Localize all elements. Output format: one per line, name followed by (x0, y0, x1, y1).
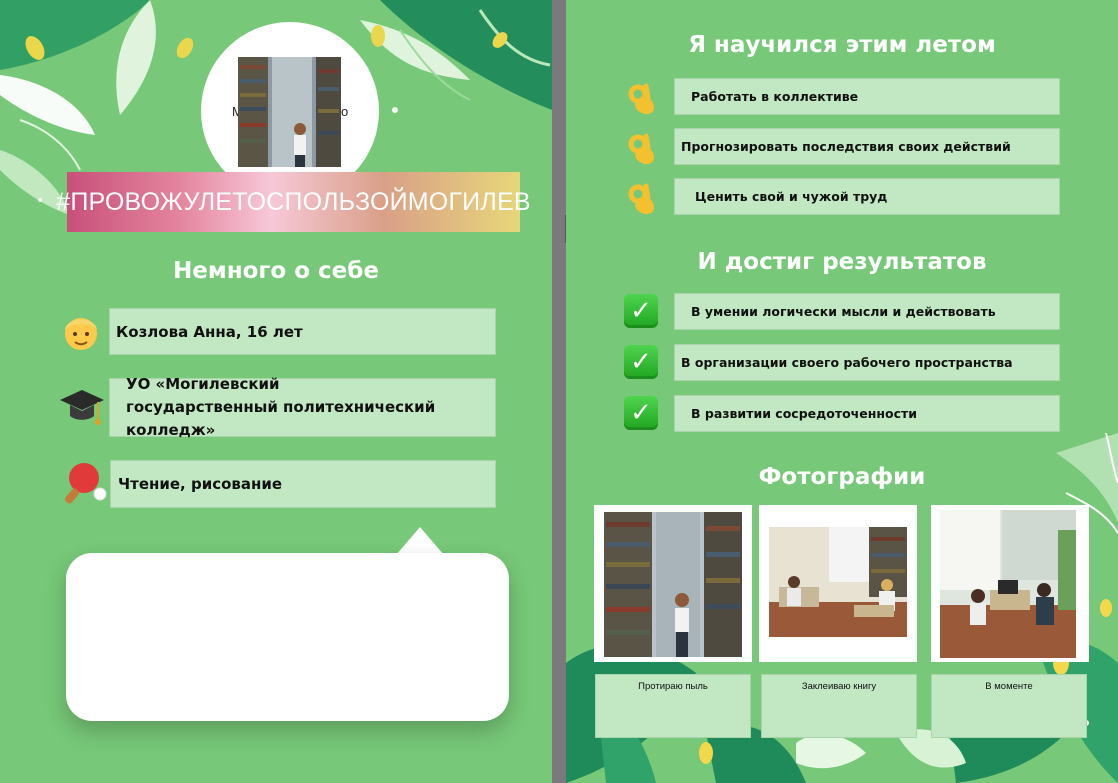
learned-item-3-text: Ценить свой и чужой труд (695, 189, 888, 204)
photo-caption-1: Протираю пыль (595, 674, 751, 738)
photos-heading: Фотографии (758, 464, 926, 490)
result-item-1: В умении логически мысли и действовать (674, 293, 1060, 330)
result-item-1-text: В умении логически мысли и действовать (691, 304, 996, 319)
check-mark-icon: ✓ (624, 396, 658, 430)
photo-caption-2: Заклеиваю книгу (761, 674, 917, 738)
graduation-cap-icon (58, 384, 106, 437)
learned-item-3: Ценить свой и чужой труд (674, 178, 1060, 215)
learned-item-2: Прогнозировать последствия своих действи… (674, 128, 1060, 165)
person-icon (62, 310, 100, 359)
learned-item-1: Работать в коллективе (674, 78, 1060, 115)
check-mark-icon: ✓ (624, 294, 658, 328)
photo-gluing (769, 527, 907, 637)
ok-hand-icon (626, 132, 658, 171)
ping-pong-icon (60, 460, 108, 511)
speech-bubble-tail (396, 527, 444, 555)
check-mark-icon: ✓ (624, 345, 658, 379)
learned-heading: Я научился этим летом (688, 32, 996, 58)
info-hobbies-text: Чтение, рисование (118, 475, 283, 493)
info-school-box: УО «Могилевский государственный политехн… (109, 375, 496, 439)
info-name-box: Козлова Анна, 16 лет (109, 308, 496, 355)
photo-frame-1 (594, 505, 752, 662)
page-gap (552, 0, 567, 783)
speech-bubble (66, 553, 509, 721)
results-heading: И достиг результатов (697, 249, 987, 275)
hashtag-banner: #ПРОВОЖУЛЕТОСПОЛЬЗОЙМОГИЛЕВ (56, 172, 531, 232)
info-school-text: УО «Могилевский государственный политехн… (126, 375, 436, 439)
about-heading: Немного о себе (173, 258, 379, 284)
photo-moment (940, 510, 1076, 658)
left-page: М о #ПРОВОЖУЛЕТОСПОЛЬЗОЙМОГИЛЕВ Немного … (0, 0, 552, 783)
result-item-3: В развитии сосредоточенности (674, 395, 1060, 432)
ok-hand-icon (626, 82, 658, 121)
avatar-caption-letter-right: о (341, 104, 349, 119)
photo-caption-3: В моменте (931, 674, 1087, 738)
photo-dusting (604, 512, 742, 657)
photo-frame-3 (931, 505, 1089, 662)
ok-hand-icon (626, 182, 658, 221)
result-item-2: В организации своего рабочего пространст… (674, 344, 1060, 381)
learned-item-1-text: Работать в коллективе (691, 89, 859, 104)
result-item-3-text: В развитии сосредоточенности (691, 406, 917, 421)
info-name-text: Козлова Анна, 16 лет (116, 322, 303, 341)
learned-item-2-text: Прогнозировать последствия своих действи… (681, 139, 1011, 154)
profile-photo (238, 57, 341, 167)
result-item-2-text: В организации своего рабочего пространст… (681, 355, 1013, 370)
info-hobbies-box: Чтение, рисование (110, 460, 496, 508)
photo-frame-2 (759, 505, 917, 662)
